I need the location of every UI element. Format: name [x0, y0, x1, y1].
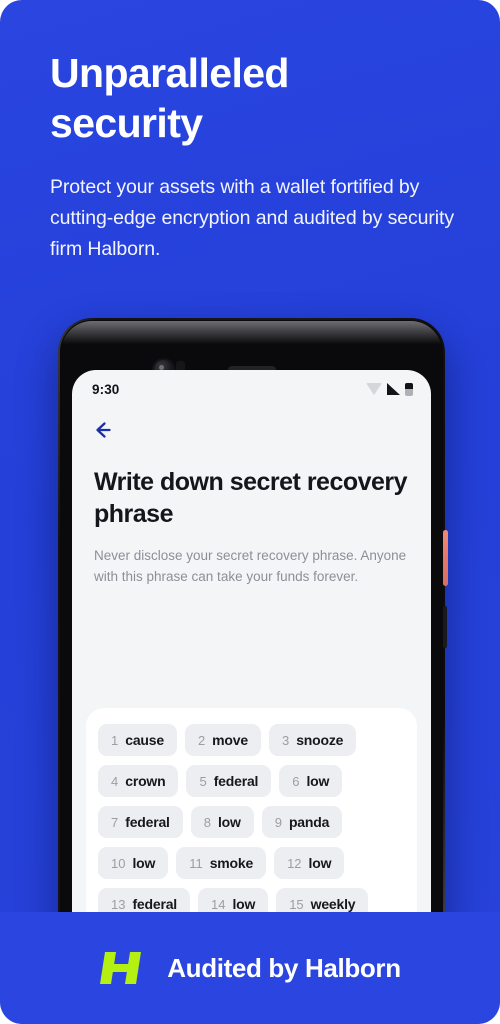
- phone-mockup: 9:30 Write down secret recovery phrase N…: [58, 318, 448, 938]
- recovery-word-index: 4: [111, 774, 119, 789]
- recovery-word-text: federal: [213, 773, 259, 789]
- recovery-word-text: smoke: [209, 855, 254, 871]
- recovery-word-index: 1: [111, 733, 119, 748]
- recovery-word-text: panda: [288, 814, 330, 830]
- recovery-word-chip[interactable]: 8 low: [190, 806, 254, 838]
- recovery-word-text: crown: [125, 773, 166, 789]
- recovery-word-index: 2: [197, 733, 206, 748]
- recovery-word-chip[interactable]: 12 low: [274, 847, 345, 879]
- app-description: Never disclose your secret recovery phra…: [94, 548, 407, 584]
- recovery-word-text: low: [232, 896, 256, 912]
- recovery-word-chip[interactable]: 3 snooze: [268, 724, 357, 756]
- wifi-icon: [366, 383, 382, 395]
- headline-line-2: security: [50, 100, 203, 146]
- status-bar: 9:30: [72, 370, 431, 408]
- halborn-h-logo: [100, 952, 142, 984]
- app-content: Write down secret recovery phrase Never …: [72, 452, 431, 587]
- recovery-word-text: weekly: [310, 896, 356, 912]
- status-time: 9:30: [92, 381, 120, 397]
- recovery-word-index: 15: [289, 897, 304, 912]
- headline-line-1: Unparalleled: [50, 50, 289, 96]
- recovery-word-chip[interactable]: 11 smoke: [176, 847, 267, 879]
- recovery-word-chip[interactable]: 5 federal: [186, 765, 272, 797]
- audited-banner: Audited by Halborn: [0, 912, 500, 1024]
- promo-subcopy: Protect your assets with a wallet fortif…: [50, 176, 454, 260]
- recovery-word-index: 9: [274, 815, 282, 830]
- recovery-word-index: 7: [111, 815, 119, 830]
- recovery-word-chip[interactable]: 6 low: [279, 765, 343, 797]
- recovery-word-text: low: [217, 814, 241, 830]
- volume-button[interactable]: [443, 606, 447, 648]
- recovery-word-chip[interactable]: 2 move: [184, 724, 261, 756]
- recovery-word-index: 5: [199, 774, 207, 789]
- recovery-word-chip[interactable]: 9 panda: [261, 806, 343, 838]
- recovery-word-text: low: [306, 773, 330, 789]
- app-heading: Write down secret recovery phrase: [94, 468, 408, 528]
- recovery-word-index: 11: [189, 856, 203, 871]
- recovery-word-index: 12: [287, 856, 302, 871]
- recovery-word-index: 6: [292, 774, 300, 789]
- app-navbar: [72, 408, 431, 452]
- recovery-phrase-grid: 1 cause 2 move 3 snooze 4 crown 5 federal 6 low 7 fed…: [98, 724, 405, 920]
- recovery-word-text: snooze: [296, 732, 344, 748]
- recovery-word-text: low: [308, 855, 332, 871]
- promo-screen: Unparalleled security Protect your asset…: [0, 0, 500, 1024]
- recovery-word-index: 3: [281, 733, 290, 748]
- arrow-left-icon: [96, 422, 111, 438]
- recovery-word-chip[interactable]: 7 federal: [98, 806, 183, 838]
- page-title: Unparalleled security: [50, 48, 450, 148]
- recovery-word-text: move: [212, 732, 248, 748]
- recovery-word-text: federal: [132, 896, 177, 912]
- recovery-word-index: 13: [111, 897, 126, 912]
- recovery-word-chip[interactable]: 10 low: [98, 847, 169, 879]
- status-icon-group: [366, 382, 413, 396]
- audited-banner-text: Audited by Halborn: [167, 952, 401, 983]
- back-button[interactable]: [90, 417, 116, 443]
- cellular-signal-icon: [387, 383, 400, 395]
- recovery-word-text: cause: [125, 732, 164, 748]
- recovery-word-chip[interactable]: 1 cause: [98, 724, 177, 756]
- recovery-word-text: low: [132, 855, 156, 871]
- battery-icon: [405, 382, 413, 396]
- recovery-word-index: 10: [111, 856, 126, 871]
- phone-display: 9:30 Write down secret recovery phrase N…: [72, 370, 431, 938]
- recovery-phrase-card: 1 cause 2 move 3 snooze 4 crown 5 federal 6 low 7 fed…: [86, 708, 417, 938]
- recovery-word-index: 14: [210, 897, 226, 912]
- recovery-word-text: federal: [125, 814, 170, 830]
- recovery-word-index: 8: [203, 815, 211, 830]
- recovery-word-chip[interactable]: 4 crown: [98, 765, 179, 797]
- power-button[interactable]: [443, 530, 448, 586]
